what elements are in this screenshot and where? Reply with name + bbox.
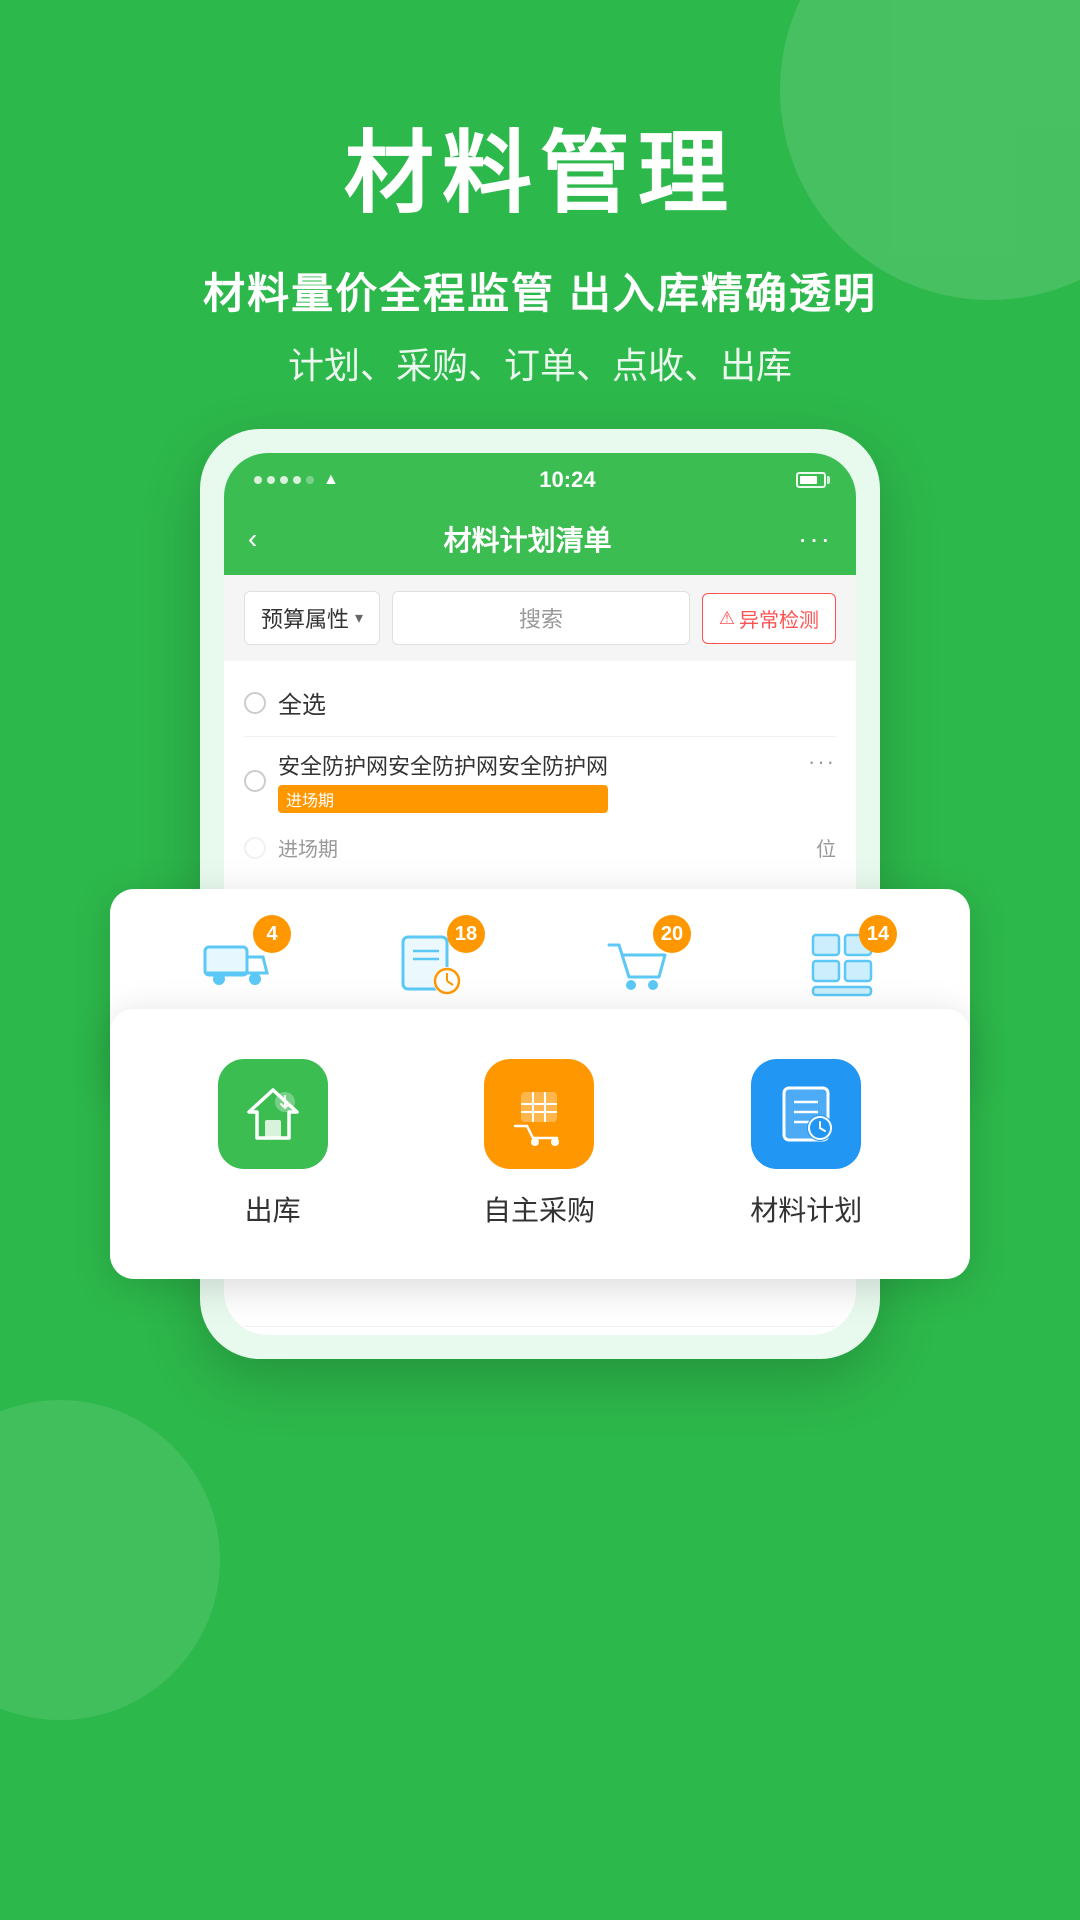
- action-material-plan[interactable]: 材料计划: [750, 1059, 862, 1229]
- item-radio[interactable]: [244, 770, 266, 792]
- item-tag: 进场期: [278, 785, 608, 813]
- battery-icon: [796, 471, 826, 489]
- status-bar: ▲ 10:24: [224, 453, 856, 503]
- more-button[interactable]: ···: [798, 523, 832, 555]
- bottom-actions-card: 出库 自主采购: [110, 1009, 970, 1279]
- app-nav: ‹ 材料计划清单 ···: [224, 503, 856, 575]
- middle-list: 安全防护网安全防护网安全防护网 ··· 规格型号 6米: [224, 1326, 856, 1335]
- house-icon: [241, 1082, 305, 1146]
- outbound-icon-wrap: [218, 1059, 328, 1169]
- header-section: 材料管理 材料量价全程监管 出入库精确透明 计划、采购、订单、点收、出库: [0, 0, 1080, 429]
- list-item-2: 安全防护网安全防护网安全防护网 ···: [244, 1326, 836, 1335]
- truck-icon-wrap: 4: [201, 929, 273, 1006]
- pending-check-badge: 18: [447, 915, 485, 953]
- self-purchase-label: 自主采购: [483, 1189, 595, 1229]
- pending-purchase-badge: 4: [253, 915, 291, 953]
- select-all-row[interactable]: 全选: [244, 677, 836, 736]
- material-plan-label: 材料计划: [750, 1189, 862, 1229]
- status-time: 10:24: [539, 467, 595, 493]
- subtitle-main: 材料量价全程监管 出入库精确透明: [60, 260, 1020, 321]
- list-area: 全选 安全防护网安全防护网安全防护网 进场期 ···: [224, 661, 856, 886]
- warning-icon: ⚠: [719, 608, 735, 629]
- cart-icon-wrap: 20: [601, 929, 673, 1006]
- budget-filter[interactable]: 预算属性 ▾: [244, 591, 380, 645]
- page-title: 材料管理: [60, 100, 1020, 230]
- status-icons: [796, 471, 826, 489]
- search-input[interactable]: 搜索: [392, 591, 690, 645]
- outbound-label: 出库: [245, 1189, 301, 1229]
- partial-radio: [244, 837, 266, 859]
- mockup-wrapper: ▲ 10:24 ‹ 材料计划清单 ···: [90, 429, 990, 1399]
- action-outbound[interactable]: 出库: [218, 1059, 328, 1229]
- self-purchase-icon-wrap: [484, 1059, 594, 1169]
- plan-list-badge: 14: [859, 915, 897, 953]
- signal-dots: ▲: [254, 471, 339, 489]
- stock-order-badge: 20: [653, 915, 691, 953]
- subtitle-sub: 计划、采购、订单、点收、出库: [60, 337, 1020, 389]
- doc-clock-icon-wrap: 18: [395, 929, 467, 1006]
- back-button[interactable]: ‹: [248, 523, 257, 555]
- anomaly-button[interactable]: ⚠ 异常检测: [702, 593, 836, 644]
- item-more-button[interactable]: ···: [808, 749, 836, 775]
- doc-list-icon: [774, 1082, 838, 1146]
- cart-box-icon: [507, 1082, 571, 1146]
- grid-icon-wrap: 14: [807, 929, 879, 1006]
- material-plan-icon-wrap: [751, 1059, 861, 1169]
- filter-bar: 预算属性 ▾ 搜索 ⚠ 异常检测: [224, 575, 856, 661]
- action-self-purchase[interactable]: 自主采购: [483, 1059, 595, 1229]
- list-item: 安全防护网安全防护网安全防护网 进场期 ···: [244, 736, 836, 825]
- item-name: 安全防护网安全防护网安全防护网: [278, 749, 608, 781]
- nav-title: 材料计划清单: [444, 519, 612, 559]
- partial-row: 进场期 位: [244, 825, 836, 870]
- select-all-radio[interactable]: [244, 692, 266, 714]
